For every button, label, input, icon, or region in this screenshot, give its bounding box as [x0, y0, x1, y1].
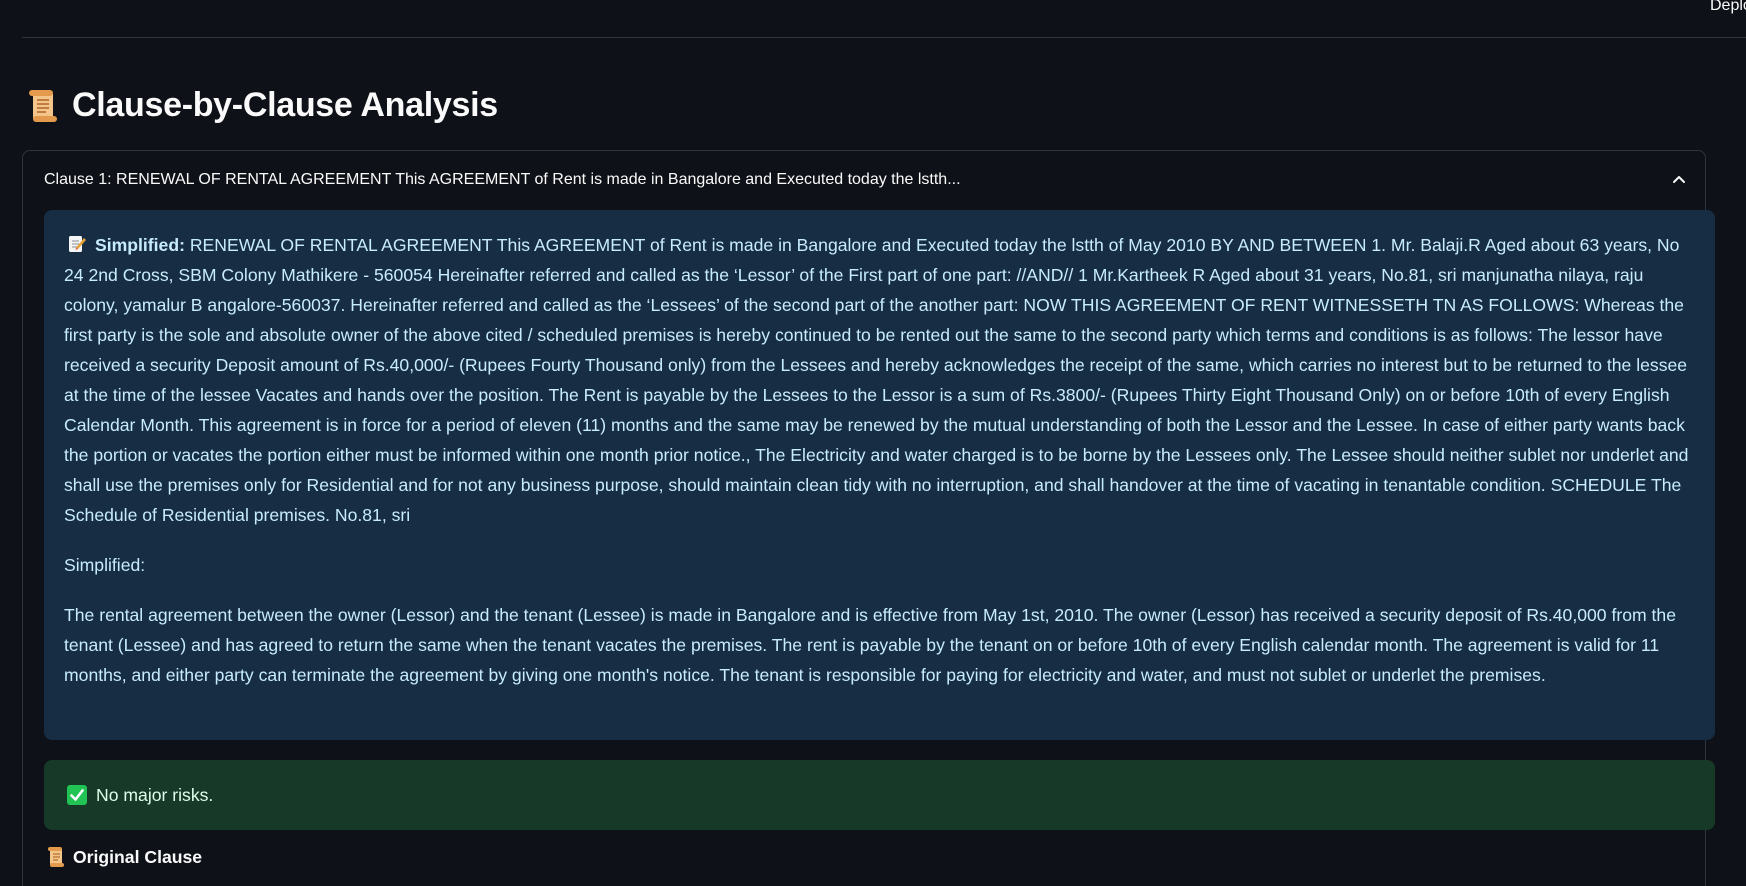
header-divider: [22, 37, 1746, 38]
page-title: Clause-by-Clause Analysis: [72, 86, 498, 124]
chevron-up-icon[interactable]: [1671, 171, 1687, 187]
top-toolbar: Deploy: [0, 0, 1746, 38]
simplified-summary: The rental agreement between the owner (…: [64, 605, 1677, 685]
memo-icon: [69, 236, 86, 252]
scroll-icon: [48, 847, 64, 867]
section-heading: Clause-by-Clause Analysis: [26, 86, 498, 125]
expander-header[interactable]: Clause 1: RENEWAL OF RENTAL AGREEMENT Th…: [23, 151, 1705, 211]
expander-title: Clause 1: RENEWAL OF RENTAL AGREEMENT Th…: [44, 171, 961, 188]
risk-status-text: No major risks.: [96, 785, 214, 805]
simplified-label: Simplified:: [95, 235, 185, 255]
clause-expander: Clause 1: RENEWAL OF RENTAL AGREEMENT Th…: [22, 150, 1715, 886]
scroll-icon: [29, 89, 57, 122]
check-icon: [67, 785, 87, 805]
simplified-info-box: Simplified: RENEWAL OF RENTAL AGREEMENT …: [44, 210, 1715, 740]
clause-text: RENEWAL OF RENTAL AGREEMENT This AGREEME…: [64, 235, 1689, 525]
original-clause-heading: Original Clause: [46, 846, 202, 868]
risk-success-box: No major risks.: [44, 760, 1715, 830]
simplified-paragraph: Simplified: RENEWAL OF RENTAL AGREEMENT …: [64, 230, 1695, 530]
original-clause-label: Original Clause: [73, 846, 203, 867]
app-page: Deploy Clause-by-Clause Analysis Clause …: [0, 0, 1746, 886]
deploy-button[interactable]: Deploy: [1710, 0, 1746, 15]
second-simplified-label: Simplified:: [64, 555, 146, 575]
